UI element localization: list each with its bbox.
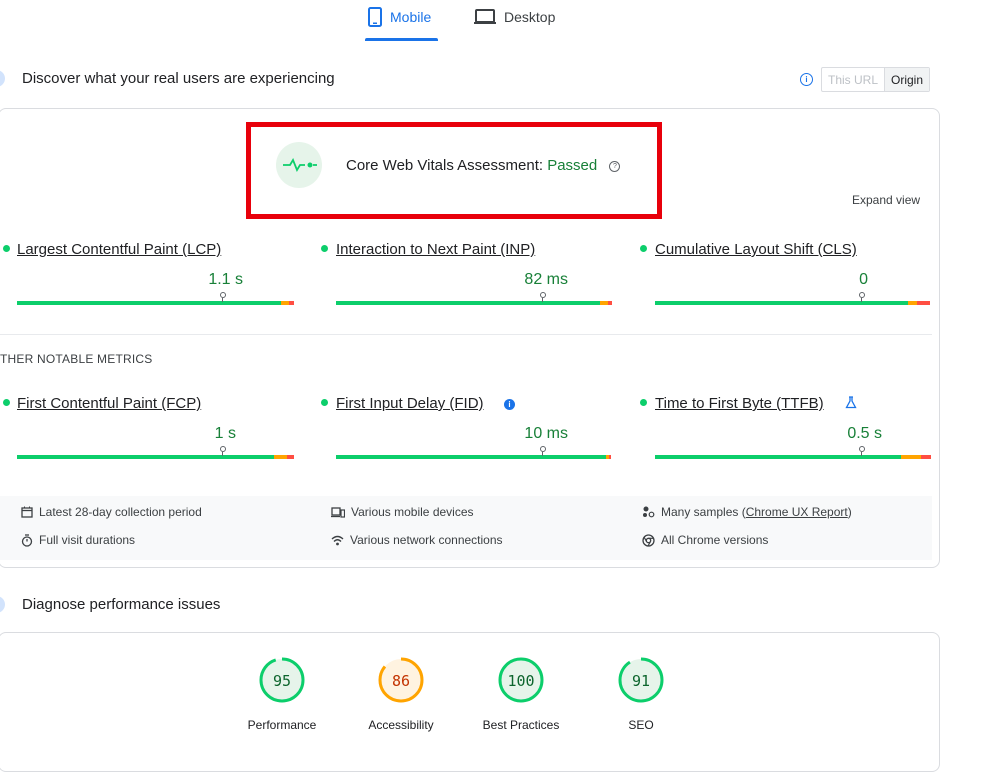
p75-marker — [220, 292, 226, 298]
samples-info: Many samples (Chrome UX Report) — [642, 505, 852, 519]
collection-period: Latest 28-day collection period — [21, 505, 202, 519]
active-tab-indicator — [365, 38, 438, 41]
samples-icon — [643, 506, 655, 518]
section-marker — [0, 70, 5, 87]
metric-lcp-value: 1.1 s — [208, 271, 243, 288]
p75-marker-line — [542, 452, 543, 456]
tab-desktop-label: Desktop — [504, 9, 556, 25]
collection-period-text: Latest 28-day collection period — [39, 505, 202, 519]
score-value: 86 — [391, 672, 411, 690]
metric-fid-label: First Input Delay (FID) — [336, 395, 484, 412]
phone-icon — [368, 7, 382, 27]
url-origin-toggle: This URL Origin — [821, 67, 931, 92]
samples-prefix: Many samples ( — [661, 505, 746, 519]
chrome-versions-text: All Chrome versions — [661, 533, 769, 547]
visit-durations: Full visit durations — [21, 533, 135, 547]
metric-ttfb-value: 0.5 s — [847, 425, 882, 442]
metric-cls-distribution — [655, 301, 930, 305]
metric-fid-value: 10 ms — [524, 425, 568, 442]
lab-flask-icon[interactable] — [845, 396, 857, 409]
status-dot — [3, 399, 10, 406]
status-dot — [640, 399, 647, 406]
p75-marker — [220, 446, 226, 452]
field-section-title: Discover what your real users are experi… — [22, 70, 335, 87]
tab-mobile-label: Mobile — [390, 9, 432, 25]
metric-fcp-value: 1 s — [214, 425, 236, 442]
score-label: SEO — [628, 718, 654, 732]
highlight-box — [246, 122, 662, 219]
status-dot — [321, 245, 328, 252]
divider — [0, 334, 932, 335]
visit-durations-text: Full visit durations — [39, 533, 136, 547]
p75-marker-line — [222, 452, 223, 456]
chrome-icon — [642, 533, 655, 547]
devices-icon — [331, 506, 345, 518]
devices-info: Various mobile devices — [331, 505, 474, 519]
metric-fcp-name[interactable]: First Contentful Paint (FCP) — [17, 395, 201, 412]
samples-suffix: ) — [847, 505, 852, 519]
metric-lcp-name[interactable]: Largest Contentful Paint (LCP) — [17, 241, 221, 258]
chrome-versions-info: All Chrome versions — [642, 533, 768, 547]
info-icon[interactable]: i — [504, 399, 515, 410]
info-icon[interactable]: i — [800, 73, 813, 86]
score-label: Performance — [247, 718, 317, 732]
lab-data-card — [0, 632, 940, 772]
p75-marker-line — [861, 452, 862, 456]
chrome-ux-report-link[interactable]: Chrome UX Report — [746, 505, 848, 519]
network-info: Various network connections — [331, 533, 503, 547]
origin-button[interactable]: Origin — [885, 68, 930, 91]
metric-fcp-distribution — [17, 455, 294, 459]
tab-desktop[interactable]: Desktop — [474, 6, 555, 28]
devices-text: Various mobile devices — [351, 505, 474, 519]
other-metrics-title: THER NOTABLE METRICS — [0, 352, 153, 366]
p75-marker-line — [861, 298, 862, 302]
calendar-icon — [21, 506, 33, 518]
expand-view-button[interactable]: Expand view — [852, 193, 920, 207]
p75-marker-line — [542, 298, 543, 302]
status-dot — [321, 399, 328, 406]
wifi-icon — [331, 535, 344, 545]
score-label: Accessibility — [368, 718, 434, 732]
p75-marker — [859, 446, 865, 452]
diagnose-section-title: Diagnose performance issues — [22, 596, 221, 613]
status-dot — [3, 245, 10, 252]
p75-marker — [540, 292, 546, 298]
tab-mobile[interactable]: Mobile — [368, 6, 431, 28]
section-marker — [0, 596, 5, 613]
metric-inp-value: 82 ms — [524, 271, 568, 288]
score-label: Best Practices — [482, 718, 560, 732]
metric-cls-value: 0 — [859, 271, 868, 288]
status-dot — [640, 245, 647, 252]
metric-inp-name[interactable]: Interaction to Next Paint (INP) — [336, 241, 535, 258]
score-value: 100 — [507, 672, 535, 690]
laptop-icon — [474, 9, 496, 24]
metric-ttfb-name[interactable]: Time to First Byte (TTFB) — [655, 395, 824, 412]
metric-fid-name[interactable]: First Input Delay (FID) — [336, 395, 484, 412]
p75-marker-line — [222, 298, 223, 302]
network-text: Various network connections — [350, 533, 503, 547]
score-value: 91 — [631, 672, 651, 690]
metric-cls-name[interactable]: Cumulative Layout Shift (CLS) — [655, 241, 857, 258]
score-value: 95 — [272, 672, 292, 690]
p75-marker — [540, 446, 546, 452]
metric-inp-distribution — [336, 301, 612, 305]
stopwatch-icon — [21, 533, 33, 547]
metric-ttfb-distribution — [655, 455, 931, 459]
this-url-button[interactable]: This URL — [822, 68, 886, 91]
metric-fid-distribution — [336, 455, 611, 459]
metric-lcp-distribution — [17, 301, 294, 305]
p75-marker — [859, 292, 865, 298]
